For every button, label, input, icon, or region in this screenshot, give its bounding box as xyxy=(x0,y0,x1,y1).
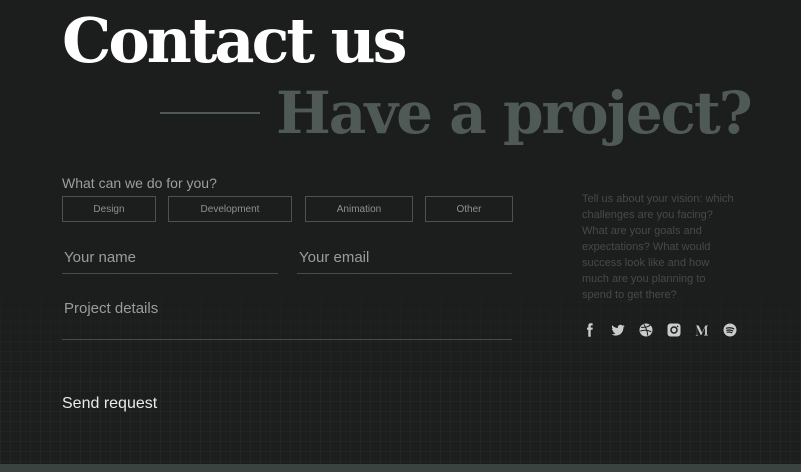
email-input[interactable] xyxy=(297,250,512,274)
bottom-strip xyxy=(0,464,801,472)
medium-icon[interactable] xyxy=(692,320,712,340)
dribbble-icon[interactable] xyxy=(636,320,656,340)
subtitle-row: Have a project? xyxy=(160,76,753,150)
page-title: Contact us xyxy=(62,4,408,77)
service-chip-other[interactable]: Other xyxy=(425,196,513,222)
name-input[interactable] xyxy=(62,250,278,274)
page-subtitle: Have a project? xyxy=(276,79,753,147)
services-question: What can we do for you? xyxy=(62,175,217,191)
subtitle-dash xyxy=(160,112,260,114)
facebook-icon[interactable] xyxy=(580,320,600,340)
social-links xyxy=(580,320,740,340)
project-details-input[interactable] xyxy=(62,300,512,340)
service-chip-development[interactable]: Development xyxy=(168,196,292,222)
service-chip-animation[interactable]: Animation xyxy=(305,196,413,222)
spotify-icon[interactable] xyxy=(720,320,740,340)
instagram-icon[interactable] xyxy=(664,320,684,340)
twitter-icon[interactable] xyxy=(608,320,628,340)
vision-prompt-text: Tell us about your vision: which challen… xyxy=(582,193,734,301)
send-request-button[interactable]: Send request xyxy=(62,395,157,413)
service-chip-design[interactable]: Design xyxy=(62,196,156,222)
